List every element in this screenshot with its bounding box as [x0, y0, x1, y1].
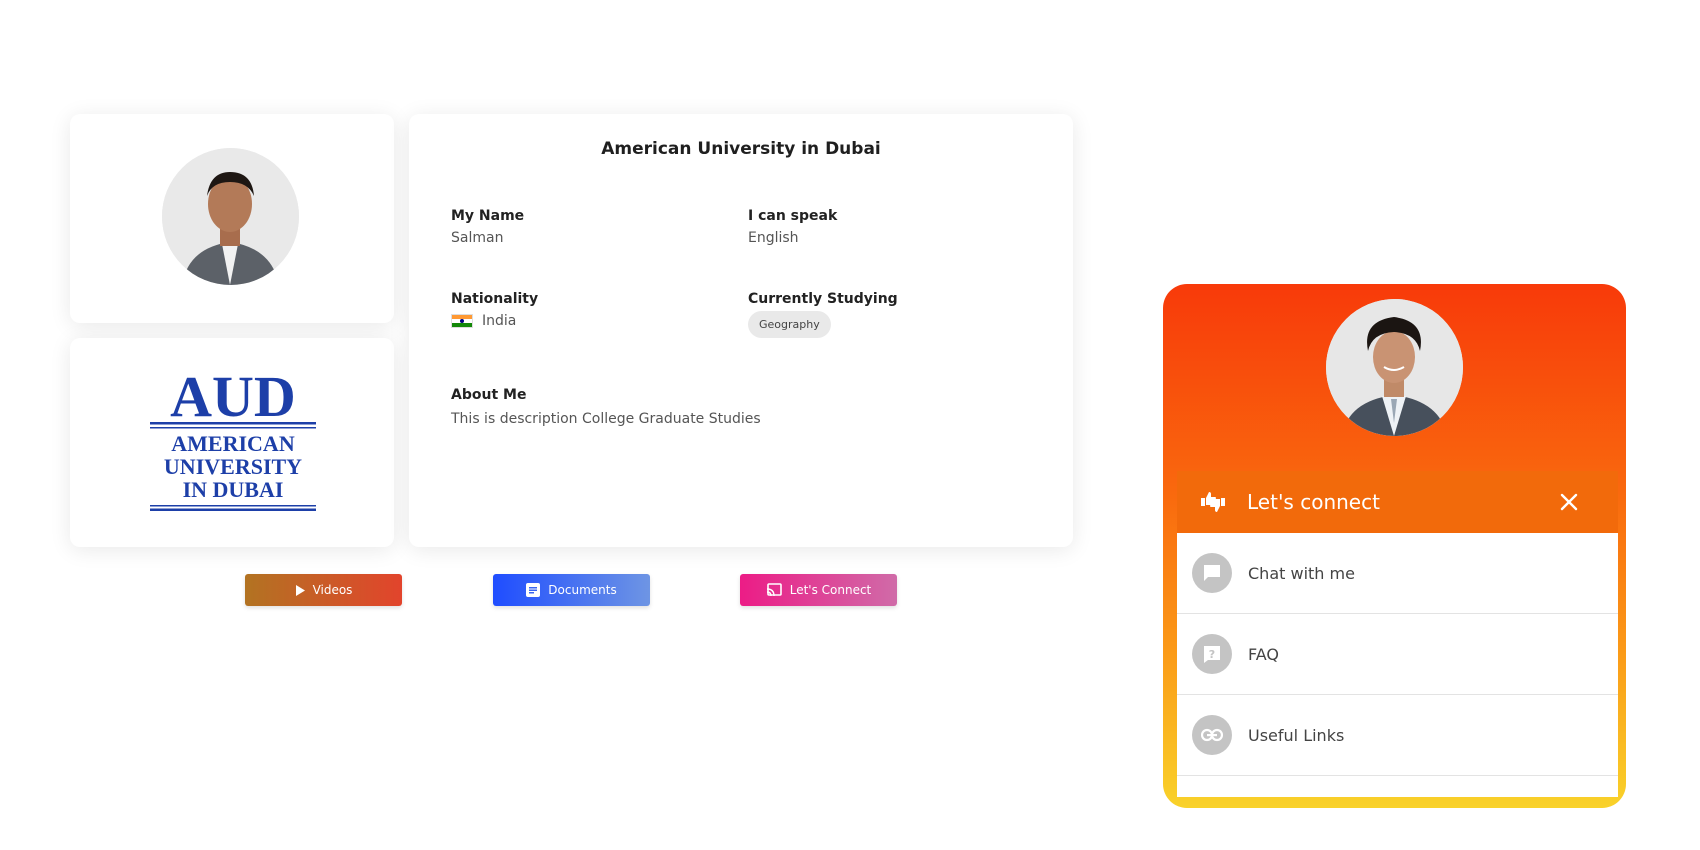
- widget-avatar: [1326, 299, 1463, 436]
- name-value: Salman: [451, 230, 504, 246]
- chat-menu-item[interactable]: Chat with me: [1177, 533, 1618, 614]
- name-label: My Name: [451, 208, 525, 224]
- studying-label: Currently Studying: [748, 291, 898, 307]
- profile-info-card: American University in Dubai My Name Sal…: [409, 114, 1073, 547]
- logo-abbr: AUD: [170, 366, 296, 429]
- lets-connect-button-label: Let's Connect: [789, 583, 872, 597]
- useful-links-menu-item[interactable]: Useful Links: [1177, 695, 1618, 776]
- nationality-field: Nationality India: [451, 291, 538, 329]
- svg-text:?: ?: [1209, 648, 1215, 661]
- link-icon: [1192, 715, 1232, 755]
- faq-menu-item[interactable]: ? FAQ: [1177, 614, 1618, 695]
- chat-icon: [1192, 553, 1232, 593]
- close-icon[interactable]: [1558, 491, 1580, 513]
- lets-connect-button[interactable]: Let's Connect: [740, 574, 897, 606]
- about-value: This is description College Graduate Stu…: [451, 411, 761, 427]
- nationality-label: Nationality: [451, 291, 539, 307]
- logo-line1: AMERICAN: [171, 431, 295, 456]
- faq-icon: ?: [1192, 634, 1232, 674]
- play-icon: [295, 584, 305, 596]
- videos-button-label: Videos: [312, 583, 353, 597]
- india-flag-icon: [451, 314, 473, 328]
- chat-menu-label: Chat with me: [1248, 563, 1355, 583]
- language-field: I can speak English: [748, 208, 837, 246]
- documents-button[interactable]: Documents: [493, 574, 650, 606]
- university-title: American University in Dubai: [601, 139, 881, 159]
- studying-field: Currently Studying Geography: [748, 291, 898, 338]
- profile-avatar: [162, 148, 299, 285]
- widget-header: Let's connect: [1177, 471, 1618, 533]
- videos-button[interactable]: Videos: [245, 574, 402, 606]
- cast-icon: [766, 583, 782, 597]
- logo-line3: IN DUBAI: [183, 477, 284, 502]
- about-label: About Me: [451, 387, 527, 403]
- document-icon: [526, 583, 541, 597]
- language-value: English: [748, 230, 799, 246]
- thumbs-up-down-icon: [1201, 492, 1225, 512]
- documents-button-label: Documents: [548, 583, 617, 597]
- about-field: About Me This is description College Gra…: [451, 387, 761, 427]
- aud-logo: AUD AMERICAN UNIVERSITY IN DUBAI: [148, 364, 318, 516]
- nationality-value: India: [482, 313, 517, 329]
- language-label: I can speak: [748, 208, 838, 224]
- useful-links-menu-label: Useful Links: [1248, 725, 1345, 745]
- university-logo-card: AUD AMERICAN UNIVERSITY IN DUBAI: [70, 338, 394, 547]
- faq-menu-label: FAQ: [1248, 644, 1279, 664]
- widget-title: Let's connect: [1247, 490, 1380, 514]
- name-field: My Name Salman: [451, 208, 524, 246]
- widget-menu: Chat with me ? FAQ Useful Links: [1177, 533, 1618, 797]
- logo-line2: UNIVERSITY: [164, 454, 302, 479]
- studying-chip: Geography: [748, 311, 831, 338]
- connect-widget: Let's connect Chat with me ? FAQ Useful …: [1163, 284, 1626, 808]
- profile-photo-card: [70, 114, 394, 323]
